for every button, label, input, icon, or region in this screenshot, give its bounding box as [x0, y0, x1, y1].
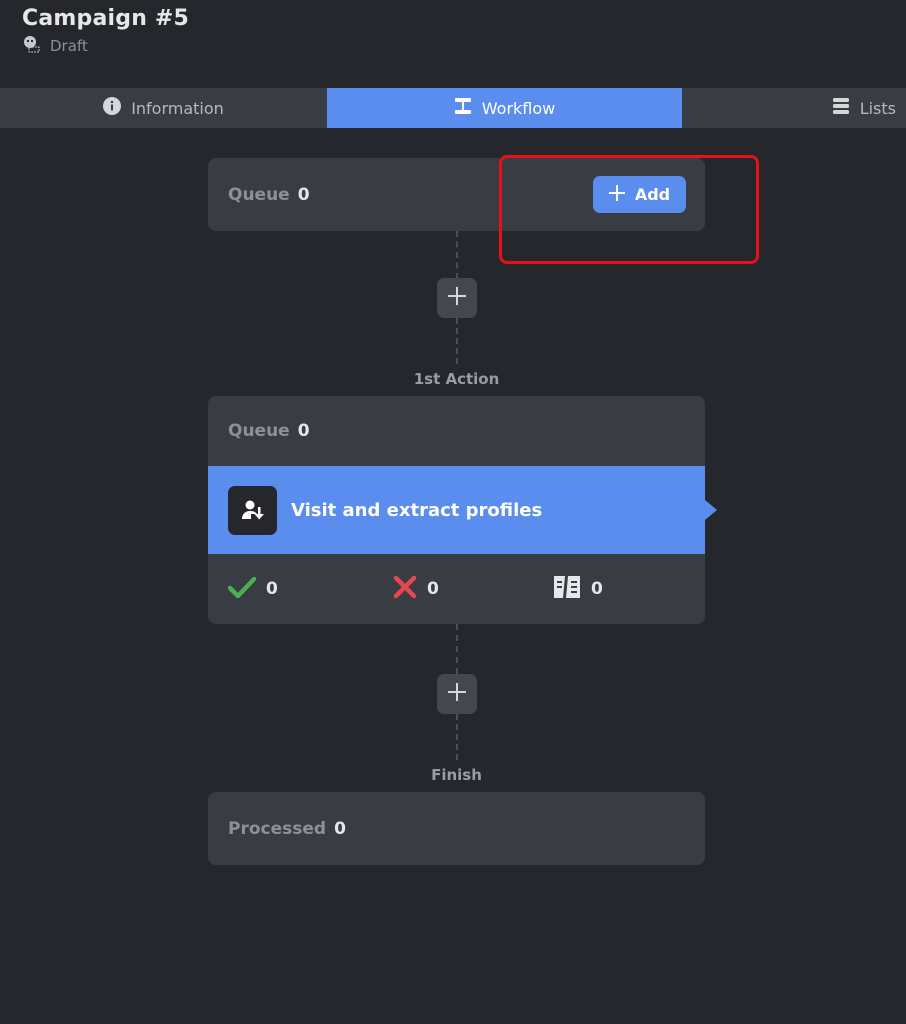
add-step-button[interactable] [437, 674, 477, 714]
action-title: Visit and extract profiles [291, 499, 543, 521]
tab-bar: Information Workflow Lists [0, 88, 906, 128]
action-queue-label: Queue [228, 421, 290, 441]
workflow-icon [454, 97, 482, 119]
step-label-finish: Finish [431, 766, 482, 784]
tab-lists-label: Lists [859, 98, 896, 118]
campaign-title: Campaign #5 [22, 6, 190, 31]
skip-icon [553, 575, 591, 604]
cross-icon [393, 575, 427, 604]
add-step-button[interactable] [437, 278, 477, 318]
processed-label: Processed [228, 818, 327, 839]
tab-information[interactable]: Information [0, 88, 327, 128]
failed-count: 0 [427, 579, 439, 599]
processed-count: 0 [334, 818, 346, 839]
connector-line [456, 318, 458, 364]
page-header: Campaign #5 Draft [22, 6, 189, 57]
connector-line [456, 231, 458, 279]
success-stat: 0 [227, 576, 278, 603]
action-queue-row: Queue 0 [208, 396, 705, 466]
plus-icon [448, 287, 466, 309]
success-count: 0 [266, 579, 278, 599]
campaign-status: Draft [22, 35, 189, 57]
tab-workflow-label: Workflow [481, 98, 556, 118]
action-visit-extract[interactable]: Visit and extract profiles [208, 466, 717, 554]
action-queue-count: 0 [297, 421, 310, 441]
action-stats: 0 0 0 [208, 554, 705, 624]
plus-icon [448, 683, 466, 705]
queue-count: 0 [297, 184, 310, 205]
connector-line [456, 714, 458, 760]
connector-line [456, 624, 458, 674]
highlight-annotation [499, 155, 759, 264]
skipped-stat: 0 [553, 575, 603, 604]
tab-lists[interactable]: Lists [682, 88, 906, 128]
check-icon [227, 576, 266, 603]
action-card: Queue 0 Visit and extract profiles 0 0 0 [208, 396, 717, 624]
info-icon [103, 97, 131, 119]
step-label-1st-action: 1st Action [413, 370, 500, 388]
skipped-count: 0 [591, 579, 603, 599]
user-download-icon [228, 485, 277, 535]
tab-information-label: Information [131, 98, 224, 118]
draft-status-icon [22, 35, 50, 57]
tab-workflow[interactable]: Workflow [327, 88, 682, 128]
queue-label: Queue [228, 184, 290, 205]
list-icon [832, 97, 860, 119]
campaign-status-label: Draft [50, 37, 88, 55]
finish-card: Processed 0 [208, 792, 705, 865]
failed-stat: 0 [393, 575, 439, 604]
